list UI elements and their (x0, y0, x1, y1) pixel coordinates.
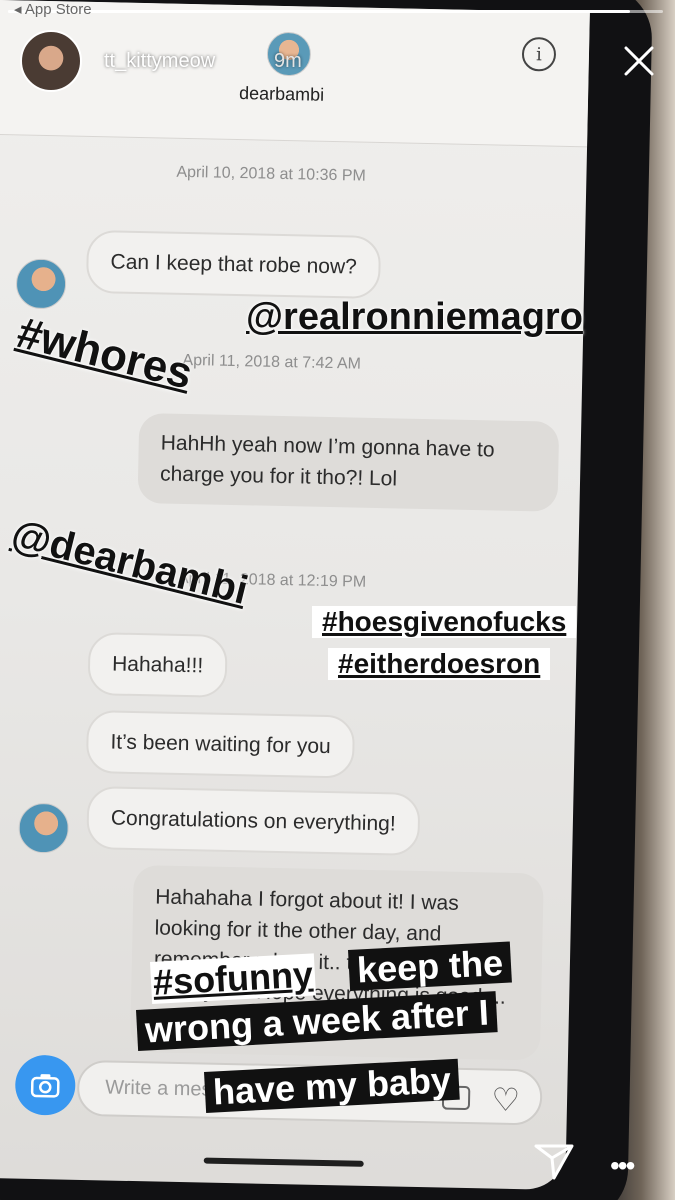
close-icon[interactable] (620, 42, 658, 80)
hashtag-sticker-sofunny[interactable]: #sofunny (150, 953, 316, 1004)
camera-icon (30, 1074, 60, 1098)
timestamp: April 10, 2018 at 10:36 PM (176, 163, 367, 185)
message-bubble[interactable]: It’s been waiting for you (85, 709, 356, 779)
camera-button[interactable] (14, 1054, 76, 1116)
message-bubble[interactable]: Can I keep that robe now? (85, 229, 382, 300)
message-avatar[interactable] (15, 258, 67, 310)
dm-username[interactable]: dearbambi (239, 83, 324, 106)
hashtag-sticker-hoes[interactable]: #hoesgivenofucks (312, 606, 577, 638)
story-avatar[interactable] (20, 30, 82, 92)
info-icon[interactable]: i (521, 36, 557, 72)
message-bubble[interactable]: Hahaha!!! (87, 631, 228, 698)
story-progress-bar (8, 10, 663, 13)
story-username[interactable]: tt_kittymeow (104, 50, 215, 73)
sticker-text: #sofunny (151, 953, 314, 1003)
hashtag-sticker-either[interactable]: #eitherdoesron (328, 648, 551, 680)
story-progress-fill (8, 10, 631, 13)
home-indicator (203, 1157, 364, 1167)
dm-header: dearbambi i (0, 0, 590, 148)
message-bubble[interactable]: HahHh yeah now I’m gonna have to charge … (137, 413, 560, 512)
sticker-text: @realronniemagro (246, 296, 583, 338)
heart-icon[interactable]: ♡ (491, 1081, 520, 1120)
timestamp: April 11, 2018 at 7:42 AM (182, 351, 362, 373)
message-avatar[interactable] (18, 802, 70, 854)
caption-text: keep the (348, 941, 512, 991)
message-bubble[interactable]: Congratulations on everything! (86, 786, 421, 857)
caption-line-1[interactable]: keep the (348, 941, 512, 993)
back-to-app-store[interactable]: ◂ App Store (14, 0, 92, 18)
mention-sticker-ronnie[interactable]: @realronniemagro (246, 296, 583, 339)
more-icon[interactable]: ••• (610, 1150, 635, 1182)
sticker-text: #eitherdoesron (338, 648, 541, 679)
sticker-text: #hoesgivenofucks (322, 606, 567, 637)
send-icon[interactable] (532, 1138, 576, 1182)
story-timestamp: 9m (274, 50, 302, 72)
